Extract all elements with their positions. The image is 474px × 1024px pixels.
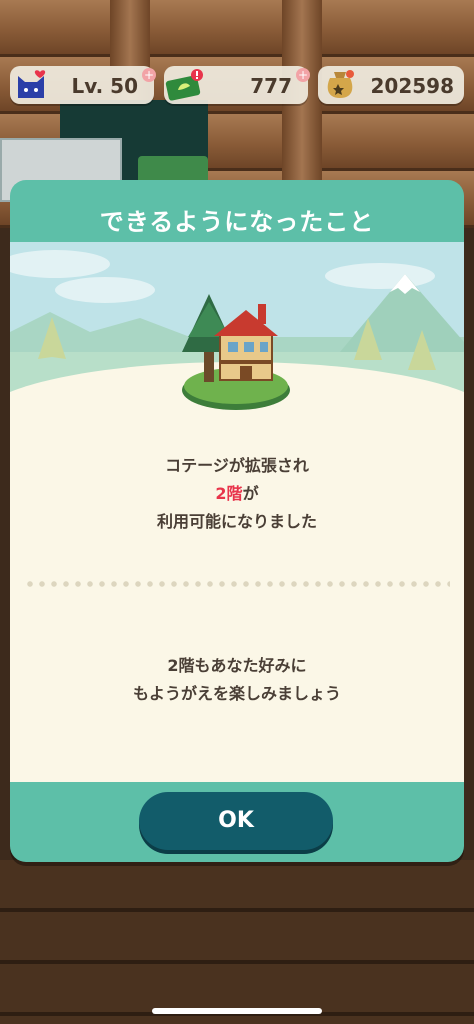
unlock-message-line3: 利用可能になりました [156,512,317,531]
highlight-floor-text: 2階 [215,484,243,503]
level-badge[interactable]: Lv. 50 + [10,66,156,104]
leaf-ticket-icon [165,69,203,101]
wall-log [0,0,474,57]
unlock-message-line2-rest: が [242,484,259,503]
unlock-message: コテージが拡張され 2階が 利用可能になりました [10,452,464,536]
hint-message-line1: 2階もあなた好みに [167,656,307,675]
ticket-plus-icon[interactable]: + [296,68,310,82]
bells-value: 202598 [370,74,455,98]
hint-message-line2: もようがえを楽しみましょう [132,684,341,703]
bell-bag-icon [327,70,354,98]
dotted-divider [24,581,450,587]
cottage-scene-illustration [10,242,464,442]
cat-head-icon [18,70,46,98]
home-indicator[interactable] [152,1008,322,1014]
hint-message: 2階もあなた好みに もようがえを楽しみましょう [10,652,464,708]
bells-counter[interactable]: 202598 [318,66,464,104]
level-plus-icon[interactable]: + [142,68,156,82]
dialog-content: コテージが拡張され 2階が 利用可能になりました 2階もあなた好みに もようがえ… [10,242,464,782]
wood-floor [0,860,474,1024]
unlock-message-line2: 2階が [10,480,464,508]
ok-button[interactable]: OK [139,792,333,850]
unlock-dialog: できるようになったこと コテージが拡張され 2階が 利用可能になりました 2階も… [10,180,464,862]
level-value: Lv. 50 [71,74,138,98]
dialog-title: できるようになったこと [99,208,375,236]
unlock-message-line1: コテージが拡張され [165,456,309,475]
leaf-ticket-counter[interactable]: 777 + [164,66,310,104]
ticket-value: 777 [250,74,292,98]
